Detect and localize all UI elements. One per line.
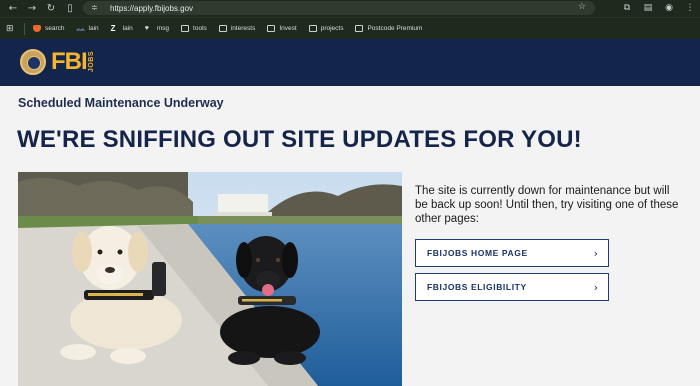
logo-wordmark: FBI bbox=[51, 48, 88, 75]
bookmark-folder-projects[interactable]: projects bbox=[308, 25, 343, 32]
bird-icon: ᨐ bbox=[76, 24, 86, 33]
folder-icon bbox=[308, 25, 317, 32]
back-icon[interactable]: ← bbox=[7, 3, 19, 15]
heart-icon: ♥ bbox=[144, 25, 149, 32]
bookmarks-separator bbox=[24, 22, 25, 35]
fbi-seal-icon bbox=[20, 49, 46, 75]
folder-icon bbox=[181, 25, 190, 32]
profile-icon[interactable]: ◉ bbox=[663, 2, 675, 14]
extensions-icon[interactable]: ⧉ bbox=[621, 2, 633, 14]
translate-icon[interactable]: ▤ bbox=[642, 2, 654, 14]
chevron-right-icon: › bbox=[593, 246, 598, 260]
bookmarks-bar: ⊞ search ᨐ lain Zlain ♥ msg tools interest… bbox=[0, 17, 700, 39]
bookmark-folder-interests[interactable]: interests bbox=[218, 25, 255, 32]
bookmark-search[interactable]: search bbox=[33, 25, 65, 32]
site-info-icon[interactable]: ≑ bbox=[91, 3, 101, 13]
fbijobs-home-page-button[interactable]: FBIJOBS HOME PAGE › bbox=[415, 239, 609, 267]
bookmark-star-icon[interactable]: ☆ bbox=[578, 2, 586, 12]
bookmark-folder-tools[interactable]: tools bbox=[181, 25, 207, 32]
bookmark-folder-postcode-premium[interactable]: Postcode Premium bbox=[355, 25, 422, 32]
maintenance-kicker: Scheduled Maintenance Underway bbox=[18, 96, 224, 110]
bookmark-lain-1[interactable]: ᨐ lain bbox=[76, 24, 99, 33]
chevron-right-icon: › bbox=[593, 280, 598, 294]
z-icon: Z bbox=[110, 24, 116, 33]
fbijobs-eligibility-button[interactable]: FBIJOBS ELIGIBILITY › bbox=[415, 273, 609, 301]
reload-icon[interactable]: ↻ bbox=[45, 3, 57, 15]
folder-icon bbox=[267, 25, 276, 32]
folder-icon bbox=[218, 25, 227, 32]
bookmark-folder-invest[interactable]: Invest bbox=[267, 25, 297, 32]
address-bar[interactable]: ≑ https://apply.fbijobs.gov ☆ bbox=[83, 1, 595, 15]
fbi-jobs-logo[interactable]: FBI JOBS bbox=[20, 49, 95, 75]
logo-jobs-label: JOBS bbox=[87, 51, 95, 73]
site-header: FBI JOBS bbox=[0, 39, 700, 86]
dogs-illustration bbox=[18, 172, 402, 386]
maintenance-message: The site is currently down for maintenan… bbox=[415, 185, 679, 225]
folder-icon bbox=[355, 25, 364, 32]
button-label: FBIJOBS HOME PAGE bbox=[427, 248, 528, 258]
apps-grid-icon[interactable]: ⊞ bbox=[6, 24, 16, 34]
tab-search-icon[interactable]: ▯ bbox=[64, 3, 76, 15]
browser-toolbar: ← → ↻ ▯ ≑ https://apply.fbijobs.gov ☆ ⧉ … bbox=[0, 0, 700, 17]
hero-dogs-photo bbox=[18, 172, 402, 386]
address-url[interactable]: https://apply.fbijobs.gov bbox=[110, 4, 193, 13]
brave-icon bbox=[33, 25, 41, 32]
bookmark-lain-2[interactable]: Zlain bbox=[110, 24, 133, 33]
button-label: FBIJOBS ELIGIBILITY bbox=[427, 282, 527, 292]
menu-icon[interactable]: ⋮ bbox=[684, 2, 696, 14]
forward-icon[interactable]: → bbox=[26, 3, 38, 15]
bookmark-msg[interactable]: ♥ msg bbox=[145, 25, 169, 32]
page-headline: WE'RE SNIFFING OUT SITE UPDATES FOR YOU! bbox=[17, 126, 582, 153]
